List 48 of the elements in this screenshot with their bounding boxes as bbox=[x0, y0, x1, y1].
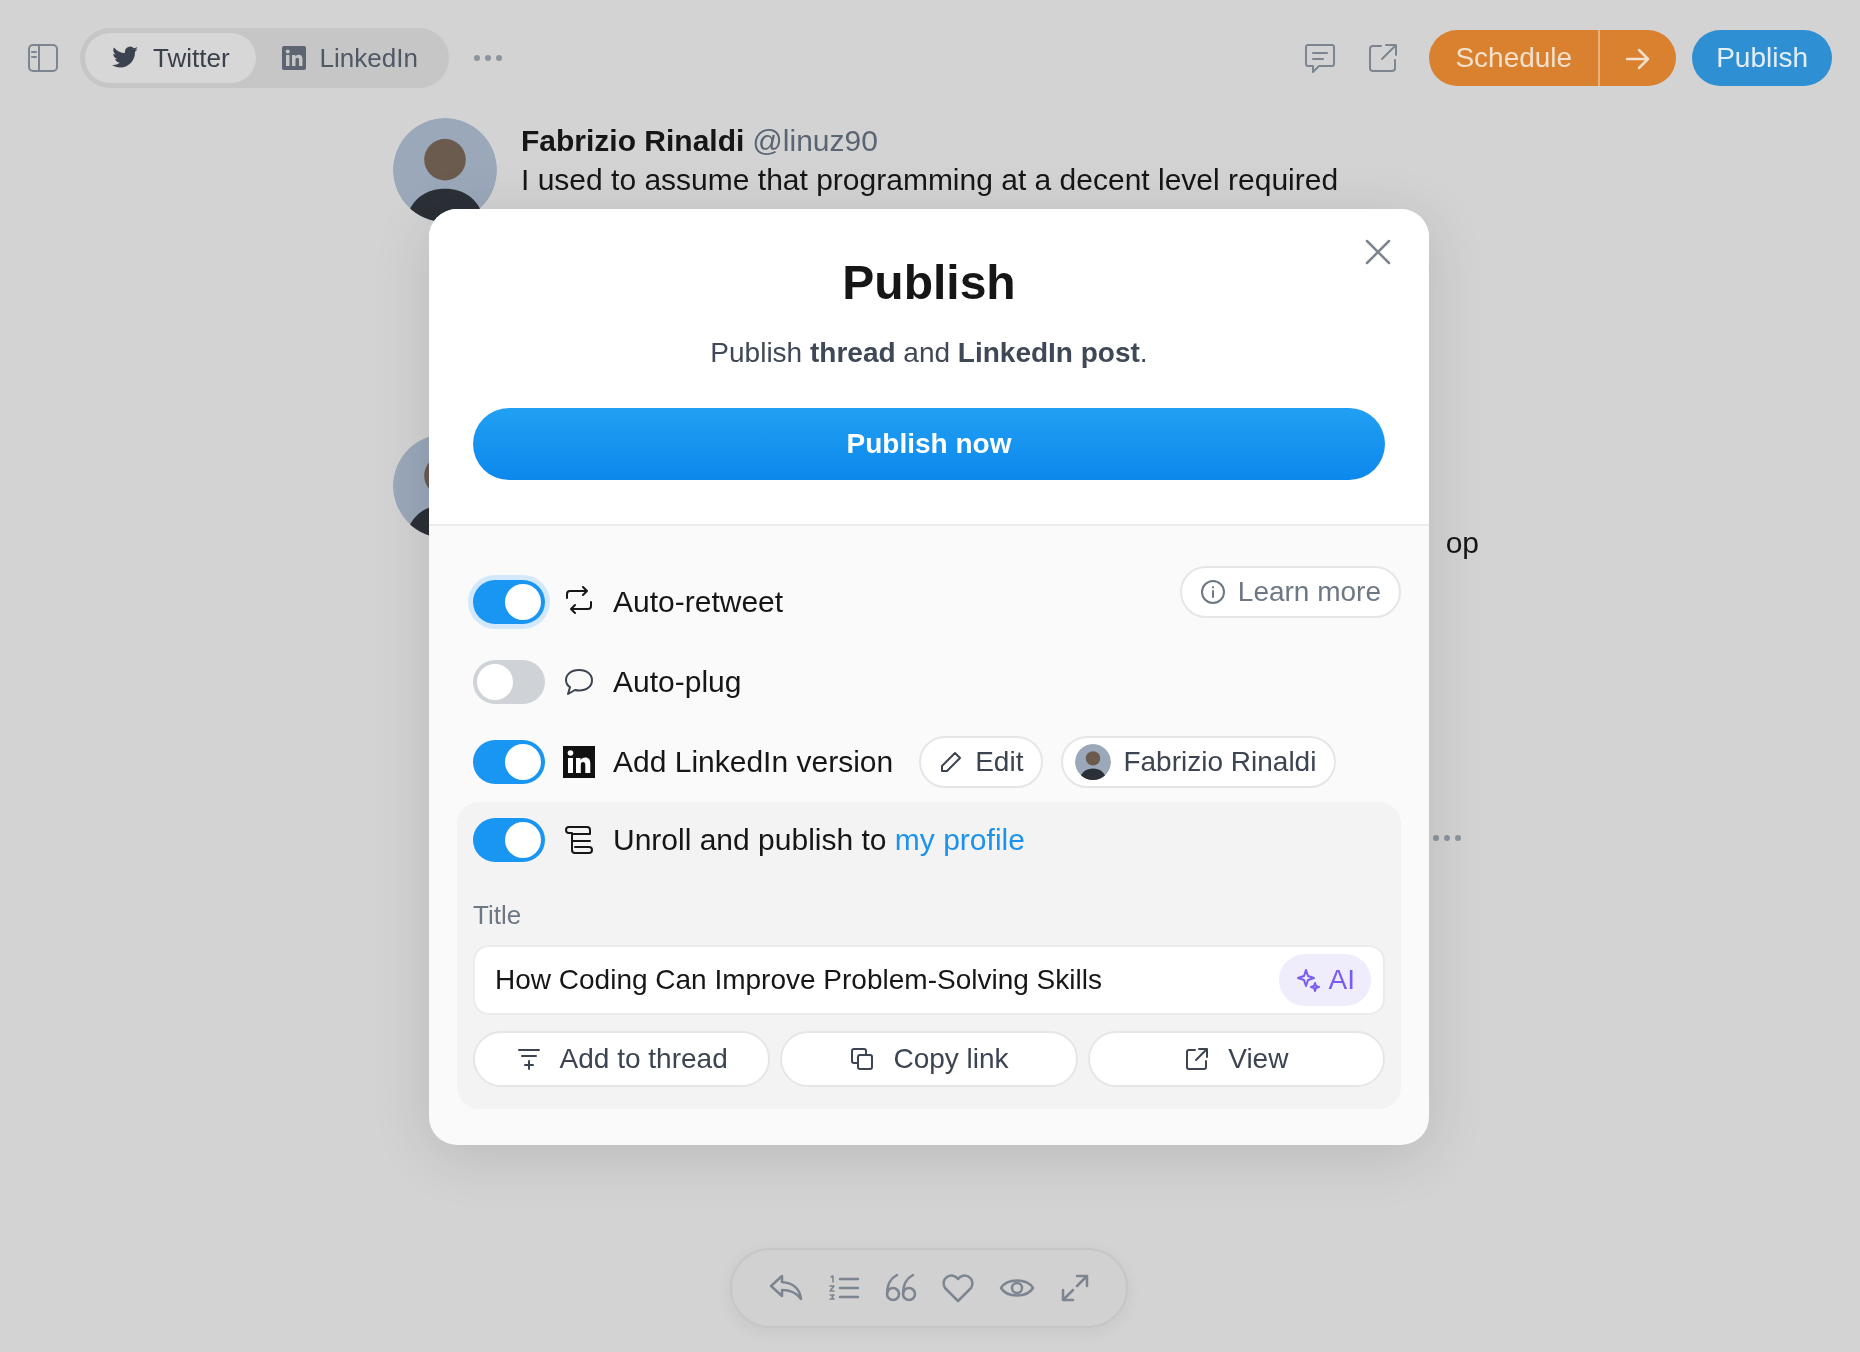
close-icon bbox=[1365, 239, 1391, 265]
reply-icon[interactable] bbox=[768, 1273, 805, 1303]
title-field[interactable]: How Coding Can Improve Problem-Solving Skills AI bbox=[473, 944, 1385, 1015]
info-icon bbox=[1199, 578, 1226, 605]
toggle-switch[interactable] bbox=[473, 659, 545, 704]
scroll-icon bbox=[563, 823, 595, 856]
bird-icon bbox=[111, 46, 139, 70]
dialog-title: Publish bbox=[842, 257, 1016, 310]
platform-tab[interactable]: LinkedIn bbox=[255, 33, 444, 83]
linkedin-icon bbox=[281, 46, 306, 70]
sidebar-toggle-icon[interactable] bbox=[28, 44, 58, 72]
expand-icon[interactable] bbox=[1059, 1273, 1090, 1303]
heart-icon[interactable] bbox=[941, 1273, 976, 1303]
toggle-switch[interactable] bbox=[473, 739, 545, 784]
learn-more-button[interactable]: Learn more bbox=[1179, 565, 1401, 618]
field-label: Title bbox=[473, 898, 523, 932]
comment-icon[interactable] bbox=[1303, 41, 1338, 75]
quote-icon[interactable] bbox=[884, 1273, 917, 1303]
ai-button[interactable]: AI bbox=[1278, 953, 1371, 1006]
avatar bbox=[1075, 743, 1112, 780]
post-text: I used to assume that programming at a decent level required bbox=[521, 163, 1340, 197]
dialog-subtitle: Publish thread and LinkedIn post. bbox=[709, 335, 1149, 370]
pencil-icon bbox=[939, 749, 964, 774]
author-name: Fabrizio Rinaldi bbox=[521, 123, 745, 159]
copy-icon bbox=[849, 1045, 876, 1072]
author-handle: @linuz90 bbox=[752, 123, 878, 159]
post-text: op bbox=[1444, 526, 1479, 560]
close-button[interactable] bbox=[1365, 239, 1391, 265]
more-icon[interactable] bbox=[472, 54, 503, 62]
external-link-icon bbox=[1184, 1045, 1211, 1072]
arrow-right-icon bbox=[1625, 47, 1652, 70]
add-button[interactable]: Add to thread bbox=[473, 1030, 771, 1087]
schedule-options-button[interactable] bbox=[1598, 30, 1677, 86]
more-icon[interactable] bbox=[1432, 834, 1462, 842]
linkedin-icon bbox=[563, 745, 595, 778]
copy-button[interactable]: Copy link bbox=[780, 1030, 1078, 1087]
option-label: Auto-retweet bbox=[613, 584, 784, 621]
option-label: Add LinkedIn version bbox=[613, 744, 894, 781]
numbered-list-icon[interactable] bbox=[828, 1274, 861, 1302]
edit-button[interactable]: Edit bbox=[919, 735, 1044, 788]
option-label: Unroll and publish to my profile bbox=[613, 822, 1025, 859]
external-link-icon[interactable] bbox=[1367, 42, 1400, 74]
sparkle-icon bbox=[1294, 966, 1321, 993]
view-button[interactable]: View bbox=[1087, 1030, 1385, 1087]
account-button[interactable]: Fabrizio Rinaldi bbox=[1061, 735, 1337, 788]
option-label: Auto-plug bbox=[613, 664, 742, 701]
platform-tab[interactable]: Twitter bbox=[85, 33, 256, 83]
toggle-switch[interactable] bbox=[473, 817, 545, 862]
